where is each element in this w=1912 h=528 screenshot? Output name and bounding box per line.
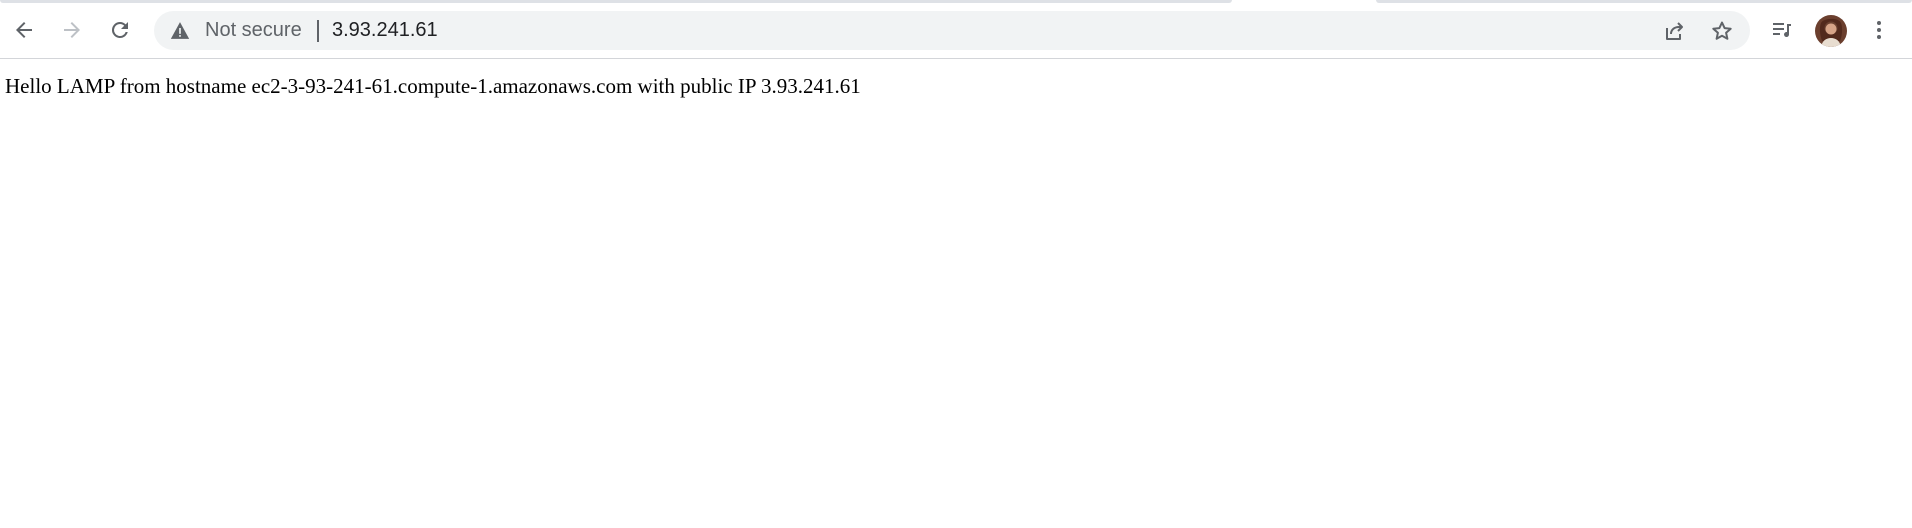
page-body-text: Hello LAMP from hostname ec2-3-93-241-61… — [5, 74, 861, 98]
reload-button[interactable] — [101, 11, 139, 49]
browser-toolbar: Not secure 3.93.241.61 — [0, 3, 1912, 59]
url-text[interactable]: 3.93.241.61 — [332, 11, 438, 50]
star-icon — [1712, 21, 1732, 40]
address-bar[interactable]: Not secure 3.93.241.61 — [154, 11, 1750, 50]
browser-window: Not secure 3.93.241.61 Hello LAMP from h… — [0, 0, 1912, 528]
profile-avatar-image — [1815, 15, 1847, 47]
back-button[interactable] — [5, 11, 43, 49]
arrow-right-icon — [64, 22, 80, 38]
media-queue-icon — [1773, 23, 1791, 37]
reload-icon — [111, 21, 128, 38]
forward-button[interactable] — [53, 11, 91, 49]
omnibox-divider — [317, 20, 319, 42]
bookmark-button[interactable] — [1707, 16, 1737, 46]
security-label[interactable]: Not secure — [205, 11, 302, 50]
media-button[interactable] — [1763, 11, 1801, 49]
three-dots-vertical-icon — [1877, 21, 1881, 39]
menu-button[interactable] — [1860, 11, 1898, 49]
share-button[interactable] — [1659, 16, 1689, 46]
share-icon — [1666, 22, 1683, 40]
page-content: Hello LAMP from hostname ec2-3-93-241-61… — [0, 59, 1912, 528]
warning-triangle-icon[interactable] — [170, 21, 190, 40]
arrow-left-icon — [16, 22, 32, 38]
avatar[interactable] — [1815, 15, 1847, 47]
